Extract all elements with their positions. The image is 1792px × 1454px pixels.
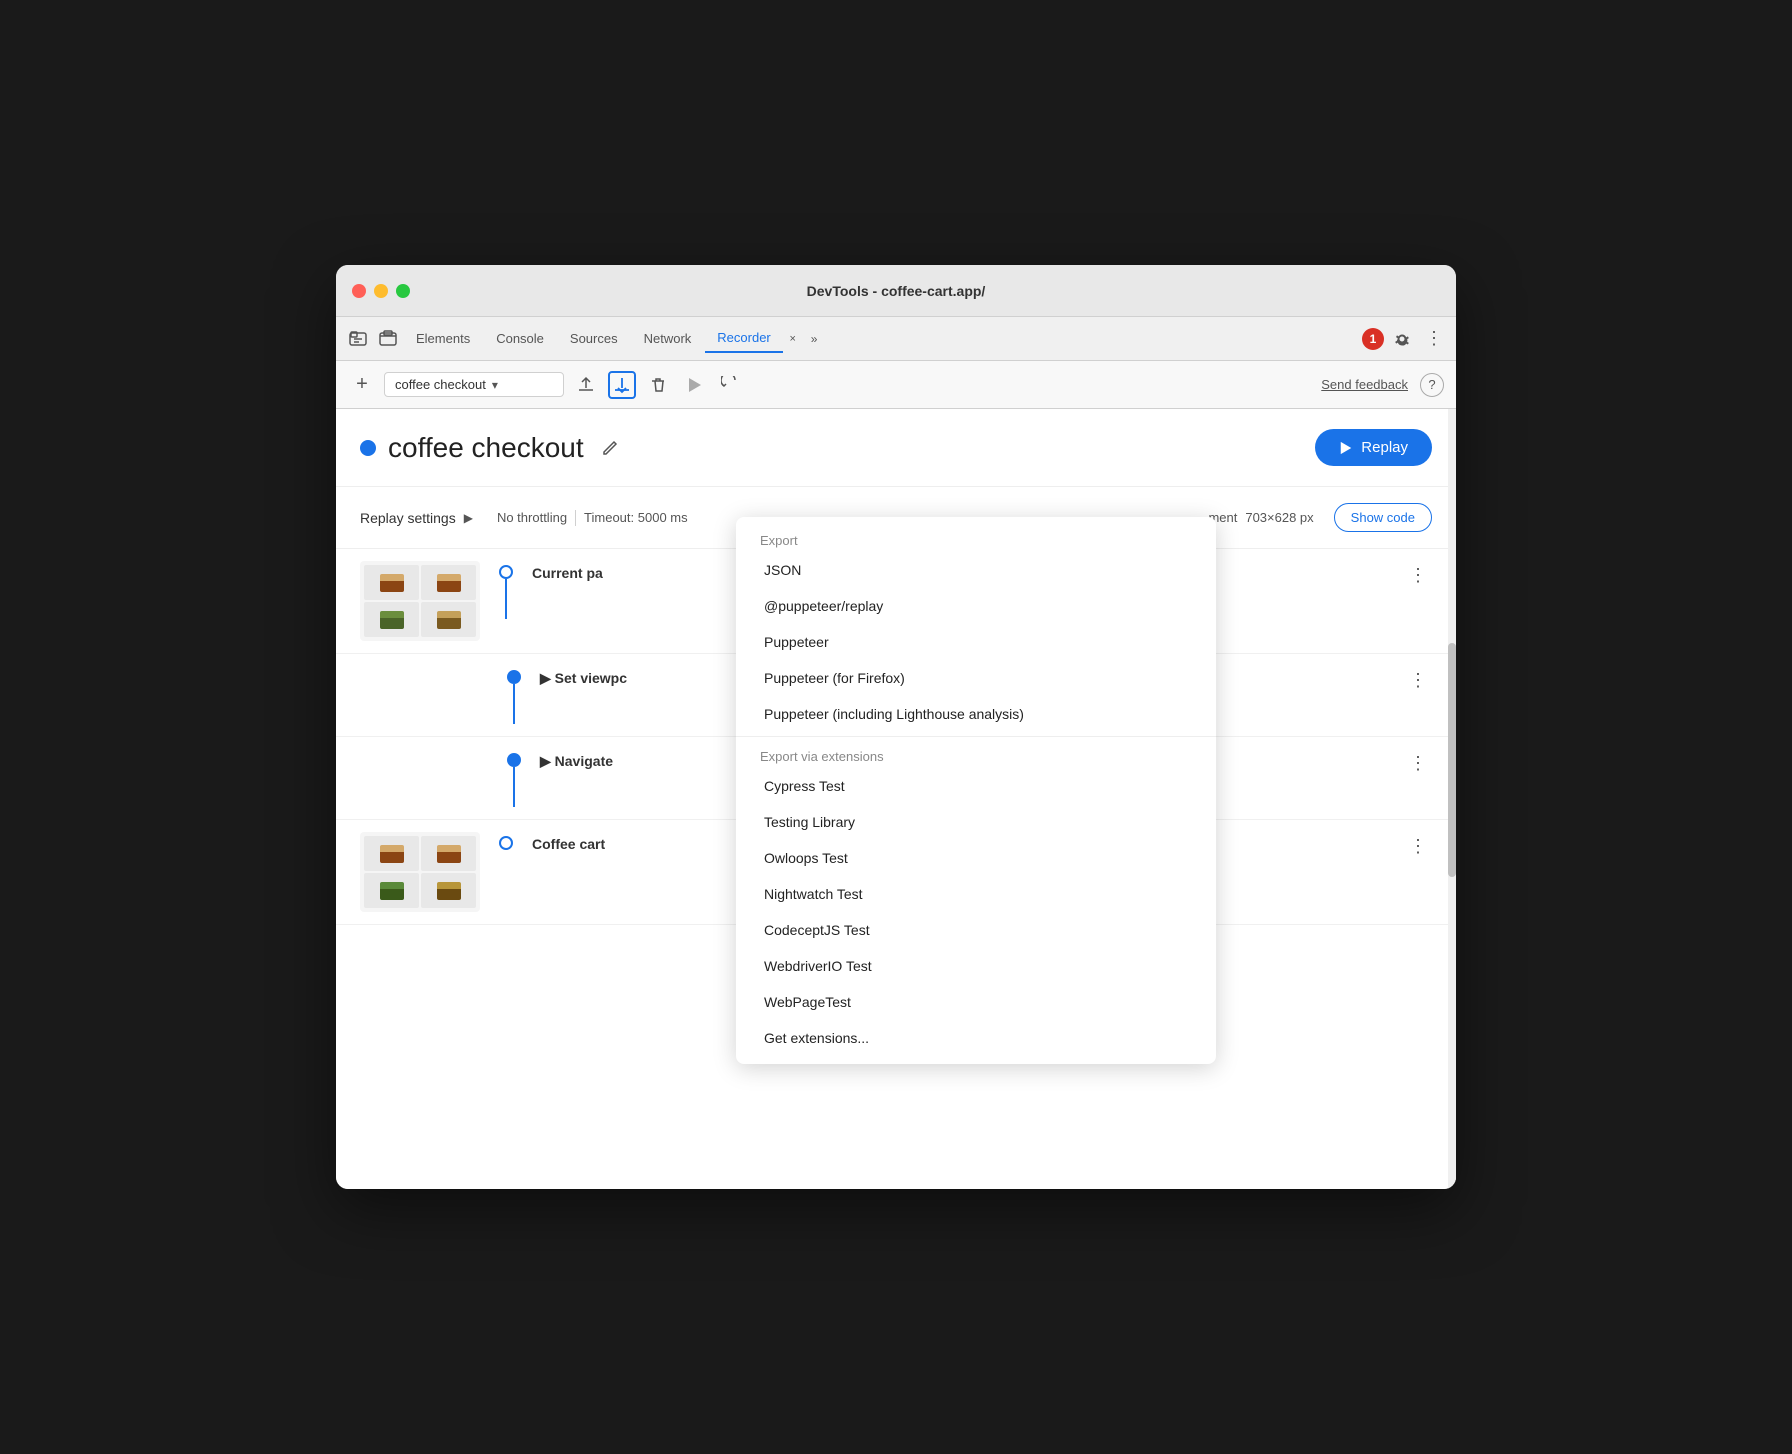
download-button[interactable] — [608, 371, 636, 399]
tabs-right-actions: 1 ⋮ — [1362, 325, 1448, 353]
more-tabs-button[interactable]: » — [803, 328, 826, 350]
screenshot-icon[interactable] — [374, 325, 402, 353]
export-puppeteer-lighthouse-item[interactable]: Puppeteer (including Lighthouse analysis… — [736, 696, 1216, 732]
export-section-label: Export — [736, 525, 1216, 552]
export-webdriverio-item[interactable]: WebdriverIO Test — [736, 948, 1216, 984]
export-cypress-item[interactable]: Cypress Test — [736, 768, 1216, 804]
error-indicator[interactable]: 1 — [1362, 328, 1384, 350]
edit-title-button[interactable] — [596, 434, 624, 462]
export-via-extensions-label: Export via extensions — [736, 741, 1216, 768]
minimize-button[interactable] — [374, 284, 388, 298]
export-webpagetest-item[interactable]: WebPageTest — [736, 984, 1216, 1020]
timeout-label: Timeout: 5000 ms — [584, 510, 688, 525]
main-content: coffee checkout Replay Replay settings ▶… — [336, 409, 1456, 1189]
window-title: DevTools - coffee-cart.app/ — [807, 283, 986, 299]
recording-title: coffee checkout — [388, 432, 584, 464]
no-throttling-label: No throttling — [497, 510, 567, 525]
step-thumbnail — [360, 832, 480, 912]
recorder-toolbar: + coffee checkout ▾ — [336, 361, 1456, 409]
play-button[interactable] — [680, 371, 708, 399]
tab-elements[interactable]: Elements — [404, 325, 482, 352]
recorder-icon[interactable] — [344, 325, 372, 353]
step-circle — [499, 836, 513, 850]
export-testing-library-item[interactable]: Testing Library — [736, 804, 1216, 840]
chevron-down-icon: ▾ — [492, 378, 498, 392]
viewport-controls: ment 703×628 px Show code — [1208, 503, 1432, 532]
step-connector — [496, 832, 516, 850]
settings-details: No throttling Timeout: 5000 ms — [497, 510, 688, 526]
titlebar: DevTools - coffee-cart.app/ — [336, 265, 1456, 317]
export-codeceptjs-item[interactable]: CodeceptJS Test — [736, 912, 1216, 948]
close-button[interactable] — [352, 284, 366, 298]
export-nightwatch-item[interactable]: Nightwatch Test — [736, 876, 1216, 912]
step-thumbnail — [360, 561, 480, 641]
export-puppeteer-item[interactable]: Puppeteer — [736, 624, 1216, 660]
tab-network[interactable]: Network — [632, 325, 704, 352]
recording-selector[interactable]: coffee checkout ▾ — [384, 372, 564, 397]
export-puppeteer-firefox-item[interactable]: Puppeteer (for Firefox) — [736, 660, 1216, 696]
show-code-button[interactable]: Show code — [1334, 503, 1432, 532]
step-more-button[interactable]: ⋮ — [1404, 832, 1432, 860]
help-button[interactable]: ? — [1420, 373, 1444, 397]
recording-header: coffee checkout Replay — [336, 409, 1456, 487]
tab-sources[interactable]: Sources — [558, 325, 630, 352]
devtools-window: DevTools - coffee-cart.app/ Elements Con… — [336, 265, 1456, 1189]
delete-button[interactable] — [644, 371, 672, 399]
maximize-button[interactable] — [396, 284, 410, 298]
get-extensions-item[interactable]: Get extensions... — [736, 1020, 1216, 1056]
add-recording-button[interactable]: + — [348, 371, 376, 399]
step-connector — [504, 666, 524, 724]
upload-button[interactable] — [572, 371, 600, 399]
export-json-item[interactable]: JSON — [736, 552, 1216, 588]
step-circle — [507, 670, 521, 684]
recorder-tab-close[interactable]: × — [785, 331, 801, 347]
step-connector — [504, 749, 524, 807]
scrollbar-thumb[interactable] — [1448, 643, 1456, 877]
devtools-tab-bar: Elements Console Sources Network Recorde… — [336, 317, 1456, 361]
step-circle — [499, 565, 513, 579]
dropdown-divider — [736, 736, 1216, 737]
step-connector — [496, 561, 516, 619]
toolbar-right: Send feedback ? — [1321, 373, 1444, 397]
replay-settings-label[interactable]: Replay settings — [360, 510, 456, 526]
recording-status-dot — [360, 440, 376, 456]
step-more-button[interactable]: ⋮ — [1404, 749, 1432, 777]
replay-button[interactable]: Replay — [1315, 429, 1432, 466]
export-puppeteer-replay-item[interactable]: @puppeteer/replay — [736, 588, 1216, 624]
scrollbar-track — [1448, 409, 1456, 1189]
send-feedback-link[interactable]: Send feedback — [1321, 377, 1408, 392]
traffic-lights — [352, 284, 410, 298]
settings-icon[interactable] — [1388, 325, 1416, 353]
more-options-icon[interactable]: ⋮ — [1420, 325, 1448, 353]
loop-button[interactable] — [716, 371, 744, 399]
settings-divider — [575, 510, 576, 526]
recording-selector-name: coffee checkout — [395, 377, 486, 392]
step-circle — [507, 753, 521, 767]
settings-arrow-icon: ▶ — [464, 511, 473, 525]
export-owloops-item[interactable]: Owloops Test — [736, 840, 1216, 876]
tab-recorder[interactable]: Recorder — [705, 324, 782, 353]
tab-console[interactable]: Console — [484, 325, 556, 352]
export-dropdown: Export JSON @puppeteer/replay Puppeteer … — [736, 517, 1216, 1064]
step-more-button[interactable]: ⋮ — [1404, 561, 1432, 589]
step-more-button[interactable]: ⋮ — [1404, 666, 1432, 694]
viewport-size: 703×628 px — [1245, 510, 1313, 525]
